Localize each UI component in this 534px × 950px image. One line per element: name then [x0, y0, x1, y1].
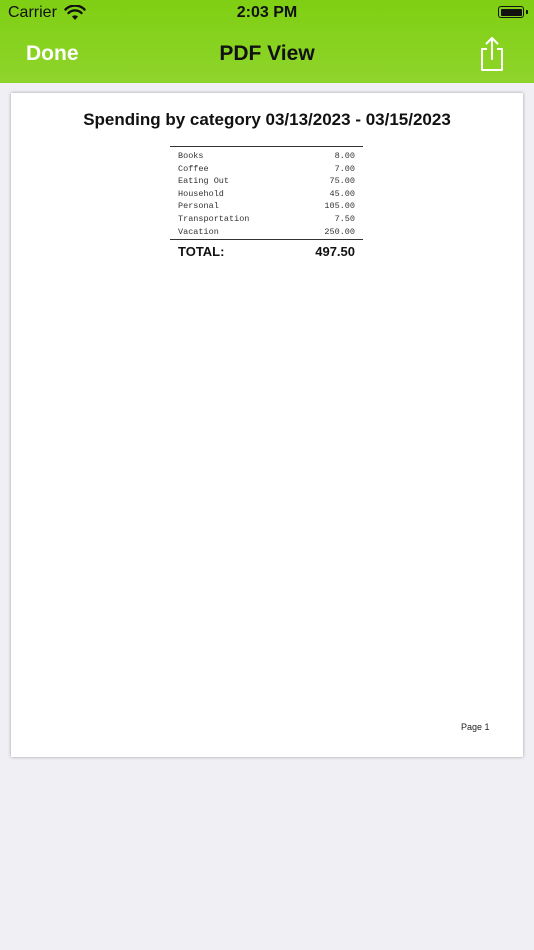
total-row: TOTAL: 497.50: [170, 239, 363, 259]
amount-value: 105.00: [324, 201, 355, 212]
table-row: Personal 105.00: [170, 200, 363, 213]
amount-value: 45.00: [329, 188, 355, 199]
amount-value: 250.00: [324, 226, 355, 237]
amount-value: 7.00: [334, 163, 355, 174]
category-label: Eating Out: [178, 176, 230, 187]
category-label: Coffee: [178, 163, 209, 174]
share-icon[interactable]: [478, 36, 506, 72]
category-label: Vacation: [178, 226, 219, 237]
table-row: Eating Out 75.00: [170, 175, 363, 188]
clock: 2:03 PM: [236, 4, 298, 21]
amount-value: 7.50: [334, 213, 355, 224]
page-number: Page 1: [461, 722, 490, 732]
table-row: Vacation 250.00: [170, 226, 363, 239]
amount-value: 8.00: [334, 151, 355, 161]
table-row: Household 45.00: [170, 188, 363, 201]
total-label: TOTAL:: [178, 244, 225, 260]
category-label: Books: [178, 151, 204, 161]
total-value: 497.50: [315, 244, 355, 260]
spending-table: Books 8.00 Coffee 7.00 Eating Out 75.00 …: [170, 146, 363, 259]
amount-value: 75.00: [329, 176, 355, 187]
category-label: Personal: [178, 201, 219, 212]
page-title: PDF View: [219, 42, 315, 65]
category-label: Transportation: [178, 213, 250, 224]
table-row: Books 8.00: [170, 150, 363, 163]
navigation-bar: Carrier 2:03 PM Done PDF View: [0, 0, 534, 83]
status-bar: Carrier 2:03 PM: [0, 0, 534, 26]
table-row: Coffee 7.00: [170, 163, 363, 176]
pdf-page: Spending by category 03/13/2023 - 03/15/…: [11, 93, 523, 757]
battery-icon: [498, 6, 528, 18]
report-title: Spending by category 03/13/2023 - 03/15/…: [83, 110, 451, 129]
table-row: Transportation 7.50: [170, 213, 363, 226]
category-label: Household: [178, 188, 224, 199]
